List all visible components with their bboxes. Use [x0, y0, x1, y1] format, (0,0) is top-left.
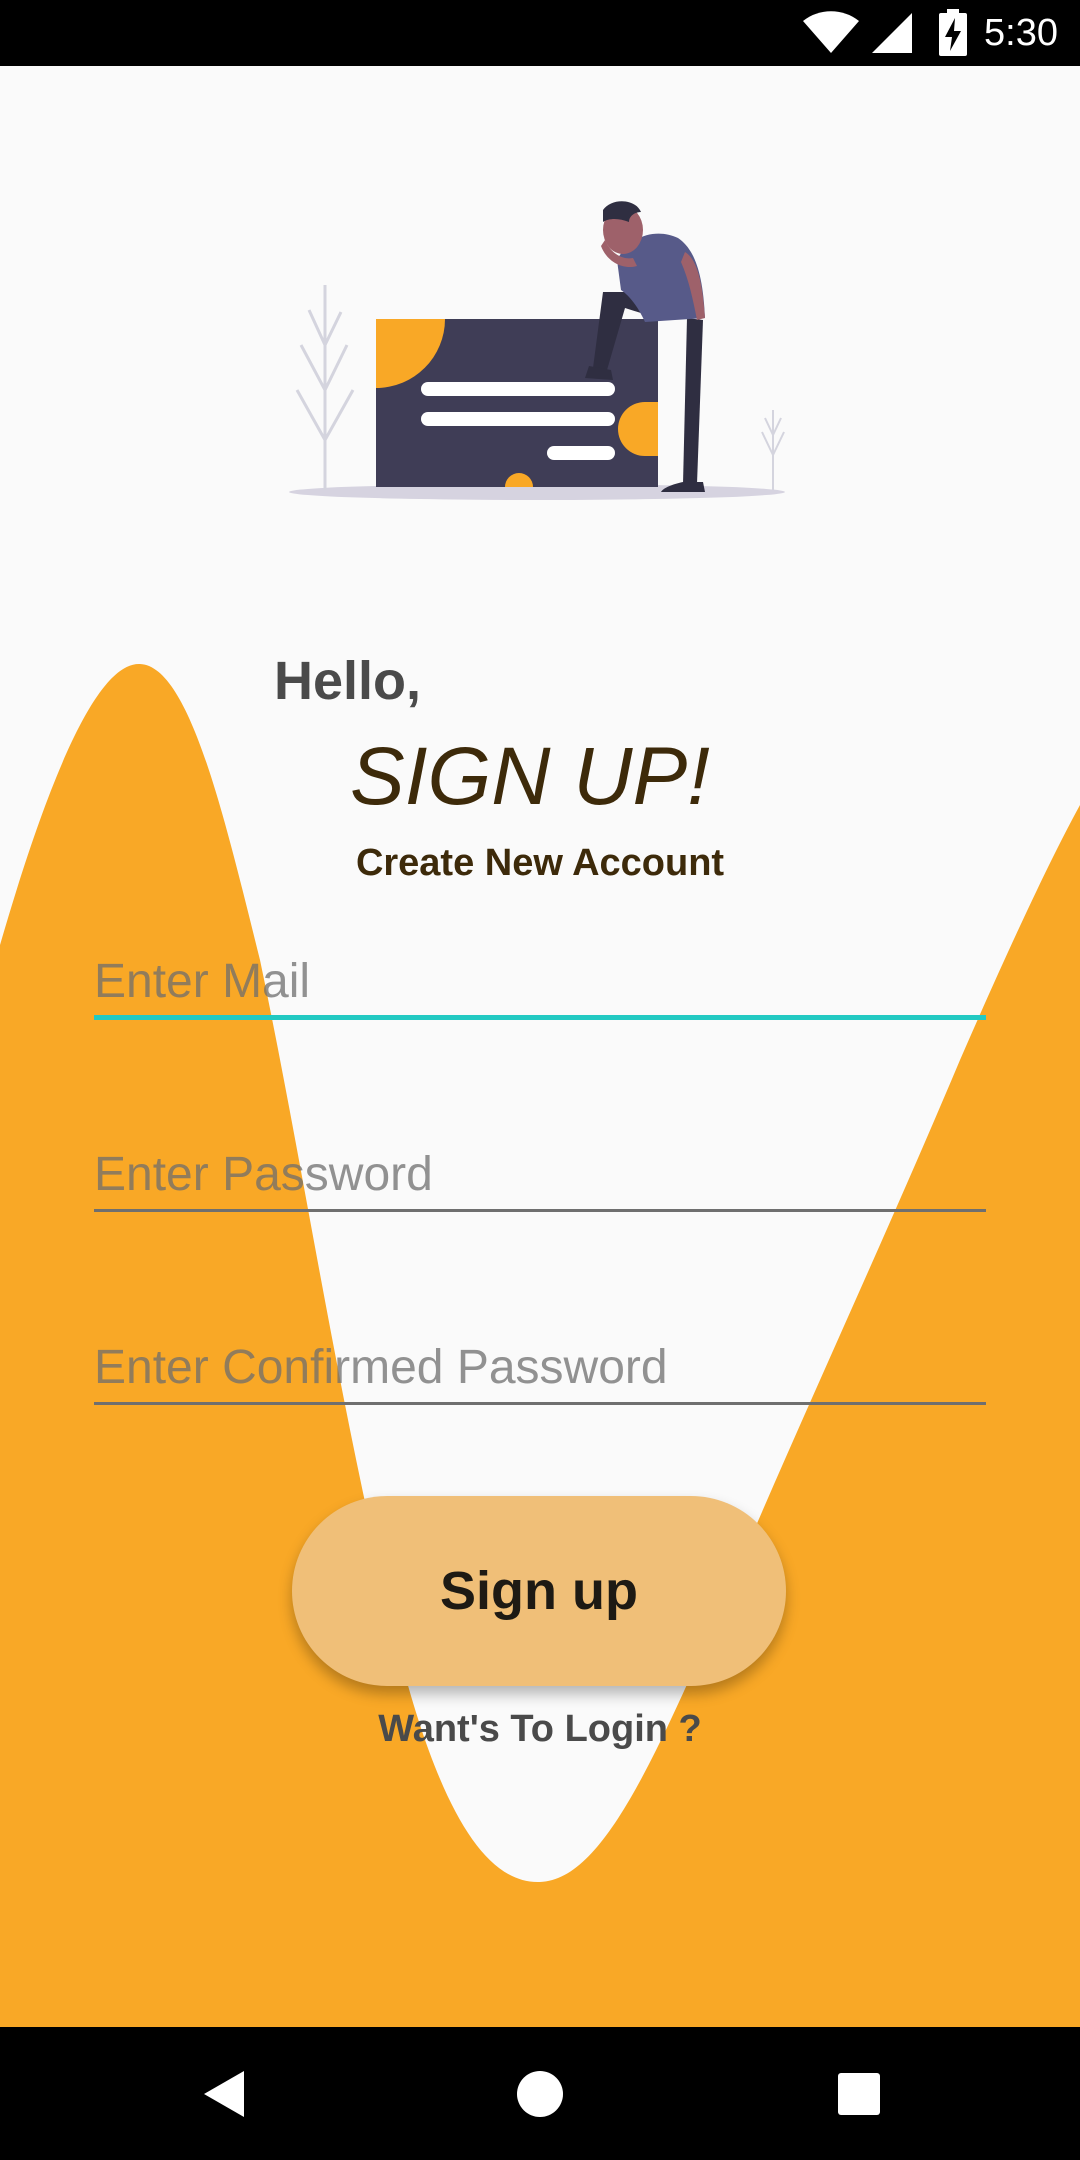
- nav-recents-icon[interactable]: [826, 2061, 892, 2127]
- wifi-icon: [803, 11, 860, 53]
- page-subtitle: Create New Account: [355, 842, 725, 884]
- signup-screen: 5:30 Hello, SIGN UP! Create New Account …: [0, 0, 1080, 2160]
- cell-signal-icon: [872, 13, 913, 53]
- confirm-password-input[interactable]: [94, 1333, 986, 1405]
- navigation-bar: [0, 2027, 1080, 2160]
- signup-button[interactable]: Sign up: [292, 1496, 786, 1686]
- greeting-text: Hello,: [274, 651, 422, 711]
- page-title: SIGN UP!: [350, 731, 710, 822]
- email-input[interactable]: [94, 948, 986, 1020]
- nav-back-icon[interactable]: [190, 2061, 256, 2127]
- password-input[interactable]: [94, 1140, 986, 1212]
- nav-home-icon[interactable]: [507, 2061, 573, 2127]
- status-bar: 5:30: [0, 0, 1080, 66]
- status-icons: 5:30: [802, 0, 1080, 66]
- status-time: 5:30: [984, 11, 1058, 54]
- login-link[interactable]: Want's To Login ?: [0, 1708, 1080, 1751]
- battery-charging-icon: [939, 9, 968, 56]
- signup-illustration: [289, 201, 785, 500]
